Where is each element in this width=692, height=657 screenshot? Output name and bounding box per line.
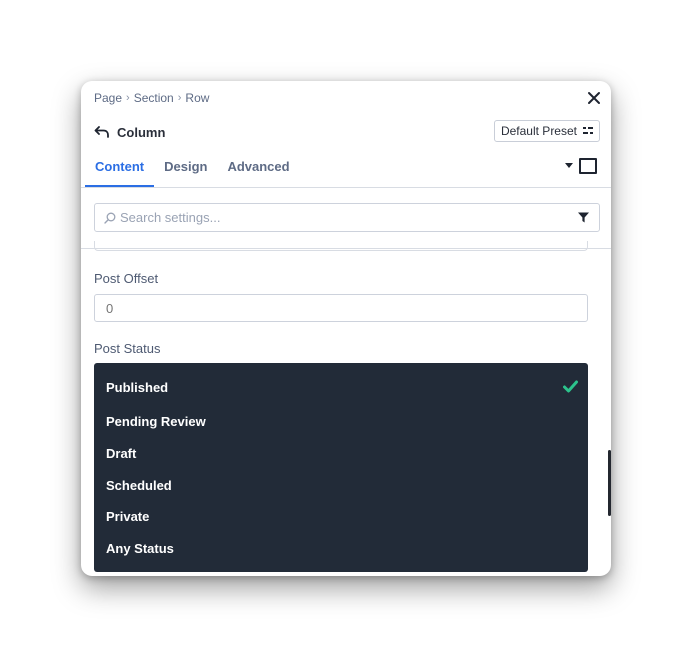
dropdown-option-draft[interactable]: Draft (94, 438, 588, 468)
settings-modal: Page › Section › Row Column Default Pres… (81, 81, 611, 576)
option-label: Published (106, 379, 169, 395)
close-icon (588, 92, 600, 104)
tab-advanced[interactable]: Advanced (217, 157, 299, 185)
breadcrumb-item-section[interactable]: Section (134, 91, 174, 105)
breadcrumb-item-row[interactable]: Row (185, 91, 209, 105)
chevron-right-icon: › (177, 92, 182, 104)
default-preset-button[interactable]: Default Preset (493, 120, 600, 142)
option-label: Pending Review (106, 413, 206, 429)
chevron-right-icon: › (126, 92, 130, 104)
close-button[interactable] (586, 90, 602, 106)
option-label: Private (106, 508, 150, 524)
tab-bar: Content Design Advanced (85, 157, 300, 188)
back-arrow-icon[interactable] (94, 124, 110, 140)
dropdown-option-any-status[interactable]: Any Status (94, 533, 588, 563)
page-title: Column (117, 124, 166, 140)
tab-actions (565, 158, 597, 174)
option-label: Draft (106, 445, 137, 461)
dropdown-option-scheduled[interactable]: Scheduled (94, 470, 588, 500)
post-offset-label: Post Offset (94, 271, 159, 286)
previous-field-edge (94, 241, 588, 251)
divider (81, 187, 611, 188)
breadcrumb: Page › Section › Row (94, 91, 209, 105)
post-status-label: Post Status (94, 341, 161, 356)
post-offset-input[interactable] (94, 294, 588, 322)
scrollbar[interactable] (608, 450, 611, 516)
divider (81, 248, 611, 249)
option-label: Scheduled (106, 477, 172, 493)
option-label: Any Status (106, 540, 174, 556)
preset-icon (583, 127, 593, 134)
header: Column (94, 122, 165, 142)
dropdown-option-published[interactable]: Published (94, 372, 588, 402)
search-icon (104, 212, 116, 224)
square-icon[interactable] (579, 158, 597, 174)
dropdown-option-pending-review[interactable]: Pending Review (94, 406, 588, 436)
checkmark-icon (563, 380, 578, 393)
search-input[interactable] (120, 210, 578, 225)
breadcrumb-item-page[interactable]: Page (94, 91, 122, 105)
dropdown-option-private[interactable]: Private (94, 501, 588, 531)
filter-icon[interactable] (578, 212, 589, 223)
caret-down-icon[interactable] (565, 163, 573, 169)
post-status-dropdown: Published Pending Review Draft Scheduled… (94, 363, 588, 572)
tab-content[interactable]: Content (85, 157, 155, 188)
tab-design[interactable]: Design (154, 157, 217, 185)
search-bar (94, 203, 600, 232)
preset-label: Default Preset (500, 124, 577, 138)
